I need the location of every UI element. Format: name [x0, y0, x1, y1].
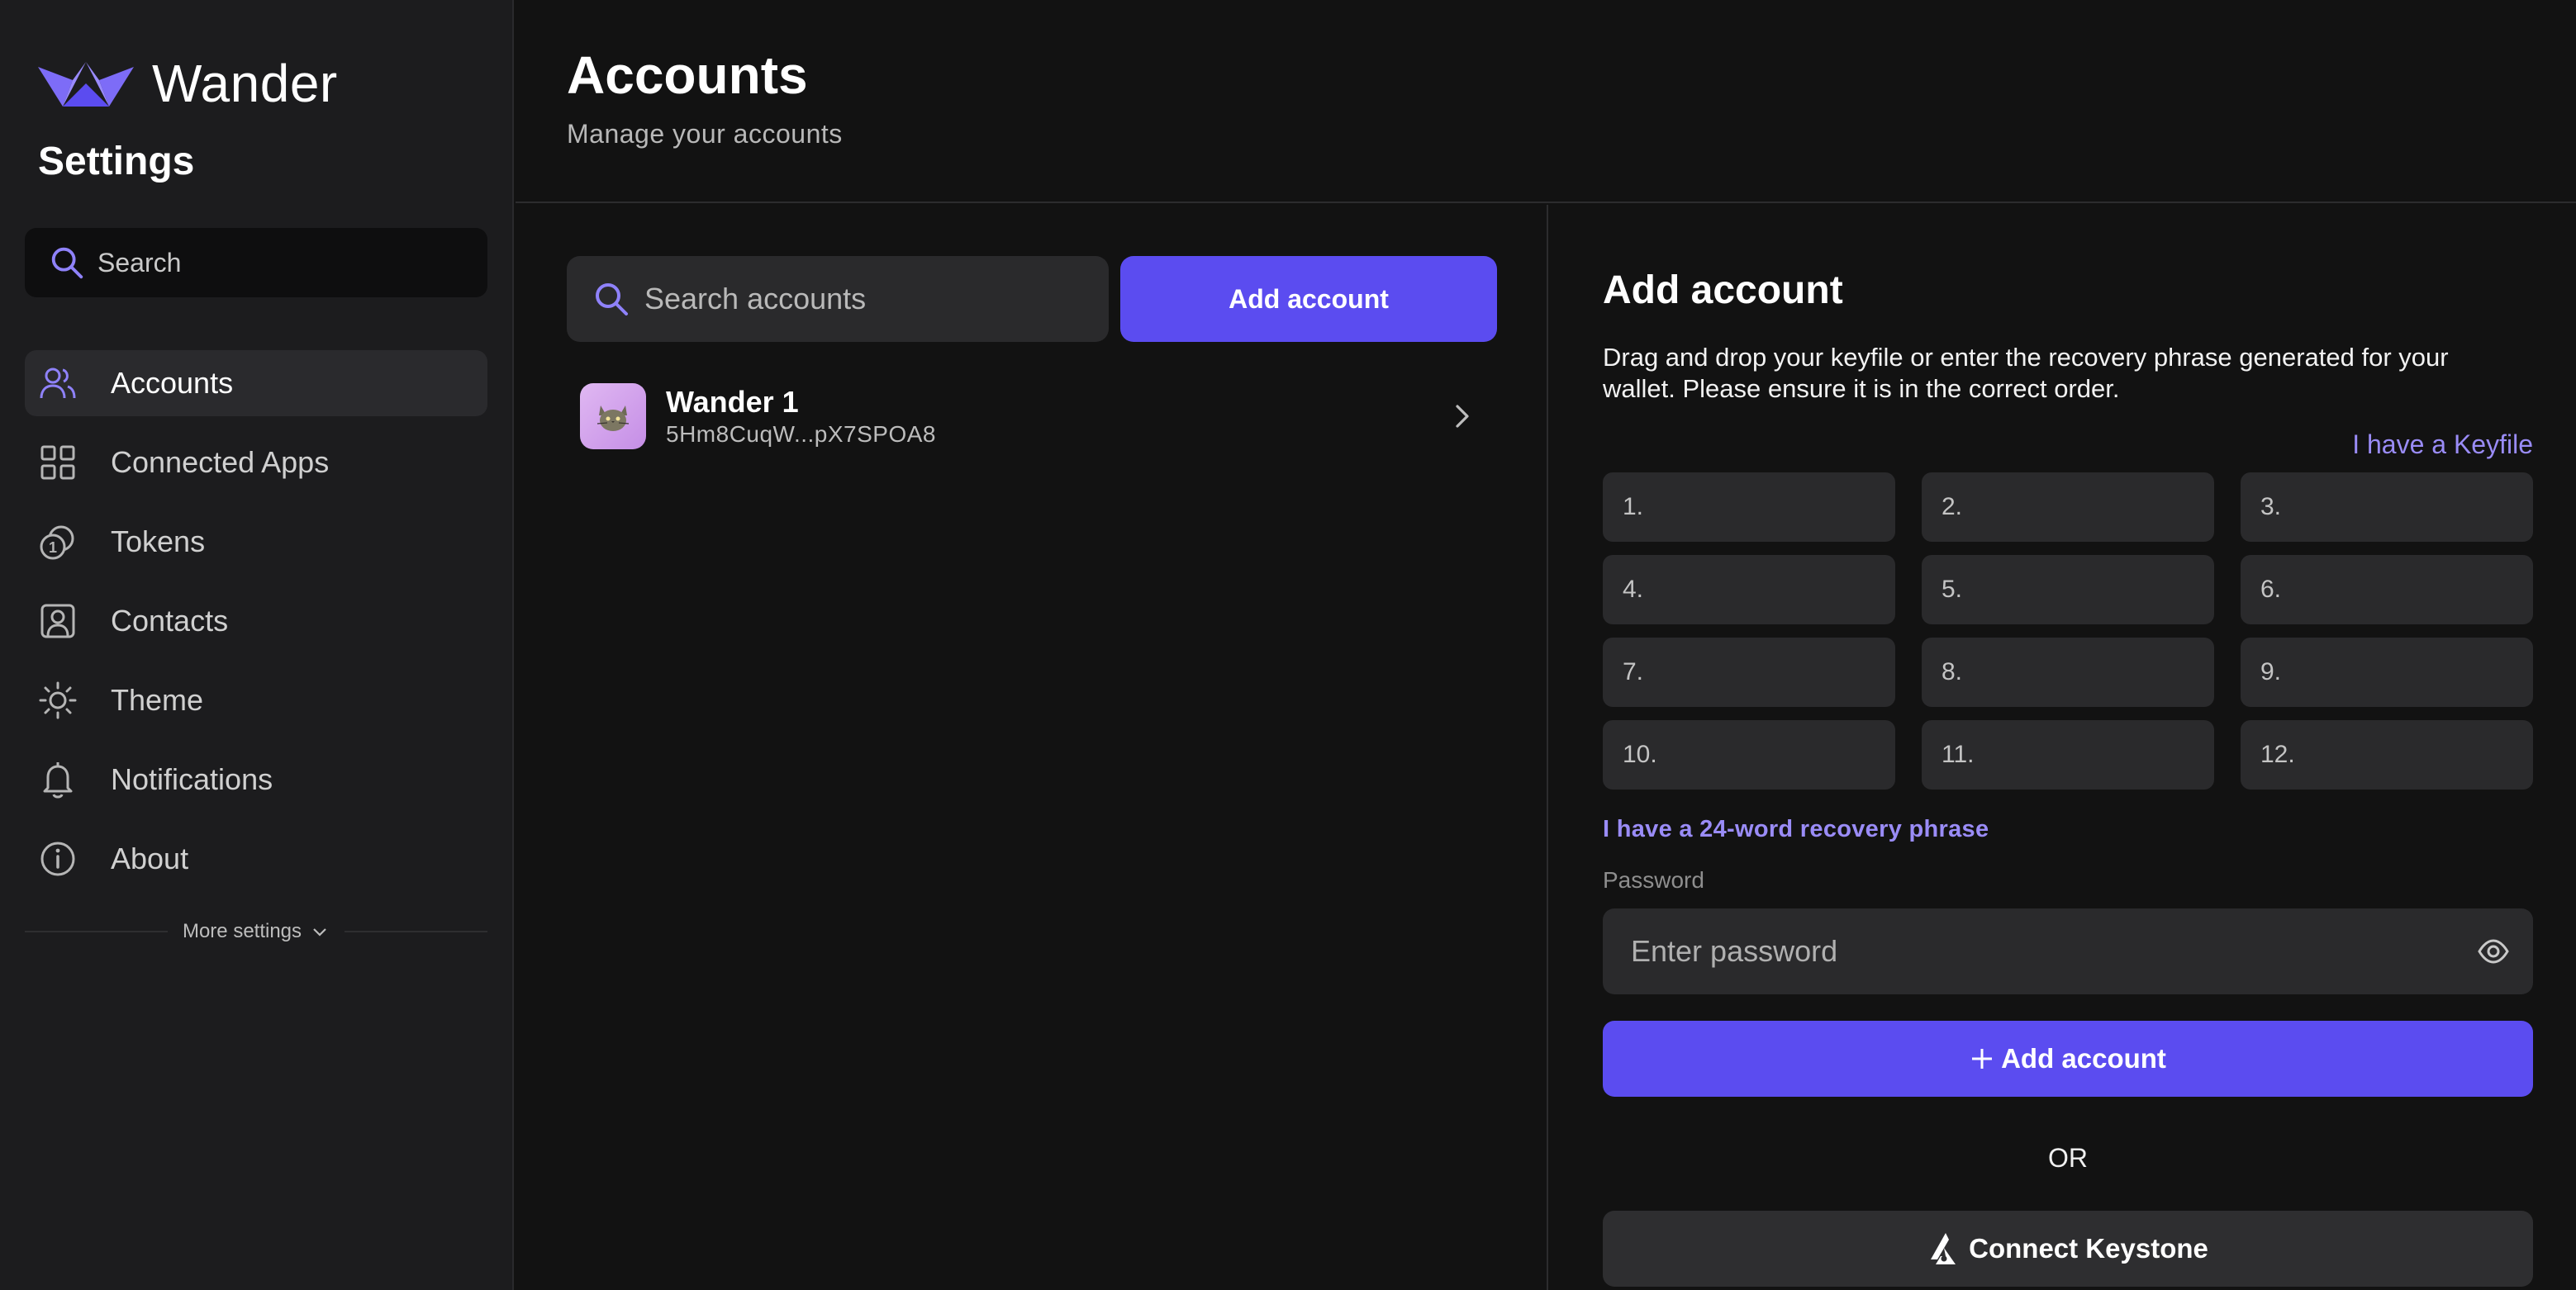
- cat-avatar-icon: [596, 405, 630, 431]
- sidebar-item-label: Tokens: [111, 524, 206, 558]
- chevron-right-icon: [1456, 405, 1469, 428]
- or-separator: OR: [2048, 1143, 2088, 1173]
- sidebar-item-label: Accounts: [111, 366, 234, 400]
- coins-icon: 1: [40, 525, 74, 560]
- recovery-word-input[interactable]: 7.: [1603, 638, 1895, 707]
- sidebar-search-input[interactable]: Search: [25, 228, 487, 297]
- add-account-submit-button[interactable]: Add account: [1603, 1021, 2533, 1097]
- sidebar-item-label: Contacts: [111, 604, 229, 638]
- sidebar-nav: Accounts Connected Apps 1 Tokens Contact…: [25, 350, 487, 905]
- recovery-word-input[interactable]: 8.: [1922, 638, 2214, 707]
- sidebar-item-label: About: [111, 842, 189, 875]
- accounts-search-placeholder: Search accounts: [644, 282, 867, 315]
- password-placeholder: Enter password: [1631, 934, 1838, 968]
- add-account-panel: Add account Drag and drop your keyfile o…: [1550, 205, 2576, 1290]
- plus-icon: [1972, 1049, 1993, 1069]
- account-list-item[interactable]: Wander 1 5Hm8CuqW...pX7SPOA8: [580, 378, 1497, 454]
- avatar: [580, 383, 646, 449]
- password-input[interactable]: Enter password: [1603, 908, 2533, 994]
- sidebar-item-notifications[interactable]: Notifications: [25, 747, 487, 813]
- keystone-icon: [1931, 1233, 1956, 1264]
- account-name: Wander 1: [666, 385, 799, 419]
- password-label: Password: [1603, 867, 1704, 893]
- recovery-phrase-grid: 1. 2. 3. 4. 5. 6. 7. 8. 9. 10. 11. 12.: [1603, 472, 2533, 790]
- more-settings-toggle[interactable]: More settings: [25, 915, 487, 948]
- sidebar-item-label: Connected Apps: [111, 445, 330, 479]
- recovery-word-input[interactable]: 5.: [1922, 555, 2214, 624]
- accounts-list-panel: Search accounts Add account Wander 1 5Hm…: [516, 205, 1548, 1290]
- sidebar-item-contacts[interactable]: Contacts: [25, 588, 487, 654]
- recovery-word-input[interactable]: 1.: [1603, 472, 1895, 542]
- divider: [345, 931, 487, 932]
- account-info: Wander 1 5Hm8CuqW...pX7SPOA8: [666, 385, 936, 448]
- recovery-word-input[interactable]: 6.: [2241, 555, 2533, 624]
- recovery-word-input[interactable]: 4.: [1603, 555, 1895, 624]
- info-icon: [40, 842, 75, 876]
- app-logo: Wander: [38, 53, 338, 114]
- contact-card-icon: [40, 604, 75, 638]
- users-icon: [40, 368, 76, 399]
- recovery-word-input[interactable]: 10.: [1603, 720, 1895, 790]
- page-subtitle: Manage your accounts: [567, 119, 843, 149]
- app-name: Wander: [152, 54, 338, 113]
- sidebar-item-about[interactable]: About: [25, 826, 487, 892]
- divider: [25, 931, 168, 932]
- sidebar-search-placeholder: Search: [97, 247, 182, 277]
- accounts-search-input[interactable]: Search accounts: [567, 256, 1109, 342]
- connect-keystone-button[interactable]: Connect Keystone: [1603, 1211, 2533, 1287]
- more-settings-text: More settings: [182, 920, 302, 942]
- recovery-word-input[interactable]: 12.: [2241, 720, 2533, 790]
- recovery-word-input[interactable]: 3.: [2241, 472, 2533, 542]
- sidebar-item-label: Theme: [111, 683, 204, 717]
- add-account-title: Add account: [1603, 268, 1843, 312]
- keyfile-link[interactable]: I have a Keyfile: [2352, 429, 2533, 460]
- sidebar-title: Settings: [38, 140, 195, 183]
- page-header: Accounts Manage your accounts: [516, 0, 2576, 203]
- page-title: Accounts: [567, 45, 808, 105]
- connect-keystone-label: Connect Keystone: [1969, 1233, 2208, 1264]
- wander-logo-icon: [38, 62, 134, 107]
- svg-text:1: 1: [49, 539, 57, 556]
- 24-word-phrase-link[interactable]: I have a 24-word recovery phrase: [1603, 816, 1989, 843]
- recovery-word-input[interactable]: 9.: [2241, 638, 2533, 707]
- recovery-word-input[interactable]: 2.: [1922, 472, 2214, 542]
- sidebar-item-tokens[interactable]: 1 Tokens: [25, 509, 487, 575]
- recovery-word-input[interactable]: 11.: [1922, 720, 2214, 790]
- bell-icon: [43, 762, 73, 799]
- chevron-down-icon: [313, 928, 326, 937]
- settings-sidebar: Wander Settings Search Accounts Connecte…: [0, 0, 514, 1290]
- account-address: 5Hm8CuqW...pX7SPOA8: [666, 421, 936, 447]
- sun-icon: [39, 681, 77, 719]
- add-account-submit-label: Add account: [2001, 1043, 2166, 1074]
- grid-icon: [40, 445, 75, 480]
- add-account-description: Drag and drop your keyfile or enter the …: [1603, 343, 2449, 403]
- search-icon: [51, 247, 83, 279]
- add-account-button[interactable]: Add account: [1120, 256, 1497, 342]
- search-icon: [596, 283, 628, 315]
- show-password-eye-icon[interactable]: [2477, 937, 2510, 966]
- more-settings-label[interactable]: More settings: [168, 920, 345, 943]
- sidebar-item-label: Notifications: [111, 762, 273, 796]
- sidebar-item-connected-apps[interactable]: Connected Apps: [25, 429, 487, 496]
- sidebar-item-accounts[interactable]: Accounts: [25, 350, 487, 416]
- sidebar-item-theme[interactable]: Theme: [25, 667, 487, 733]
